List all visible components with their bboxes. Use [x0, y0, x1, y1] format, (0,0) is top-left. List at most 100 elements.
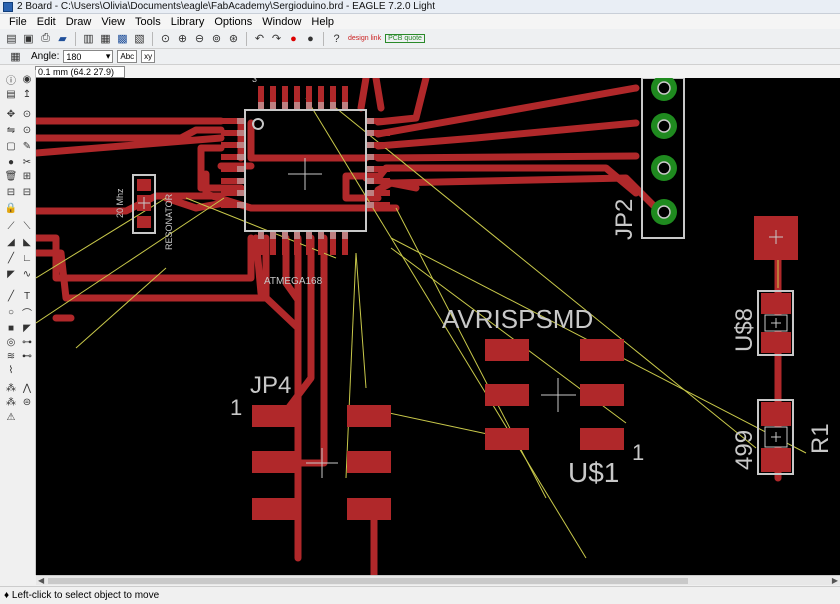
optimize-icon[interactable]: ⟍: [20, 220, 34, 232]
atmega-label: ATMEGA168: [264, 276, 323, 287]
text-icon[interactable]: ◤: [4, 268, 18, 280]
undo-icon[interactable]: ↶: [252, 31, 267, 46]
mirror-icon[interactable]: ⇋: [4, 124, 18, 136]
cut-icon[interactable]: ✂: [20, 156, 34, 168]
script-icon[interactable]: ▧: [132, 31, 147, 46]
menu-window[interactable]: Window: [257, 16, 306, 28]
menu-help[interactable]: Help: [306, 16, 339, 28]
hole-icon[interactable]: ≋: [4, 350, 18, 362]
route-icon[interactable]: ◢: [4, 236, 18, 248]
paste-icon[interactable]: ●: [4, 156, 18, 168]
drc-icon[interactable]: ⁂: [4, 396, 18, 408]
scroll-left-icon[interactable]: ◀: [38, 576, 44, 585]
status-bar: ♦ Left-click to select object to move: [0, 586, 840, 604]
show-icon[interactable]: ◉: [20, 73, 34, 85]
warning-icon[interactable]: ⚠: [4, 411, 18, 423]
scroll-right-icon[interactable]: ▶: [832, 576, 838, 585]
avrispsmd-header[interactable]: AVRISPSMD U$1 1: [442, 304, 644, 488]
menu-edit[interactable]: Edit: [32, 16, 61, 28]
stop-icon[interactable]: ●: [286, 31, 301, 46]
jp2-label: JP2: [611, 199, 638, 240]
grid-icon[interactable]: ▦: [8, 49, 23, 64]
design-link-logo[interactable]: design link: [346, 35, 383, 42]
atmega-pin-number: 3: [252, 78, 257, 84]
arc-icon[interactable]: T: [20, 290, 34, 302]
wire-icon[interactable]: ╱: [4, 252, 18, 264]
rotate-icon[interactable]: ⊙: [20, 124, 34, 136]
copy-icon[interactable]: ⊙: [20, 108, 34, 120]
display-icon[interactable]: ▤: [4, 88, 18, 100]
rect-icon[interactable]: ■: [4, 322, 18, 334]
board-icon[interactable]: ▥: [81, 31, 96, 46]
zoom-fit-icon[interactable]: ⊙: [158, 31, 173, 46]
resonator-freq-label: 20 Mhz: [115, 188, 125, 218]
redo-icon[interactable]: ↷: [269, 31, 284, 46]
info-icon[interactable]: ⓘ: [4, 73, 18, 87]
line-icon[interactable]: ╱: [4, 290, 18, 302]
menu-library[interactable]: Library: [166, 16, 210, 28]
ulp-icon[interactable]: ▩: [115, 31, 130, 46]
menu-draw[interactable]: Draw: [61, 16, 97, 28]
via-icon[interactable]: ◎: [4, 336, 18, 348]
ratsnest-icon[interactable]: ⁂: [4, 382, 18, 394]
r1-component[interactable]: 499 R1: [731, 399, 834, 475]
u8-pad-2: [761, 332, 791, 353]
jp4-label: JP4: [250, 372, 291, 399]
curve-icon[interactable]: ⌒: [20, 306, 34, 320]
lock-icon[interactable]: 🔒: [4, 202, 18, 214]
scroll-thumb[interactable]: [48, 578, 688, 584]
pcb-quote-logo[interactable]: PCB quote: [385, 34, 425, 43]
polygon-icon[interactable]: ◤: [20, 322, 34, 334]
open-icon[interactable]: ▤: [4, 31, 19, 46]
main-toolbar: ▤ ▣ ⎙ ▰ ▥ ▦ ▩ ▧ ⊙ ⊕ ⊖ ⊚ ⊛ ↶ ↷ ● ● ? desi…: [0, 29, 840, 49]
add-icon[interactable]: ⊞: [20, 170, 34, 182]
jp4-pin1-label: 1: [230, 395, 242, 420]
board-canvas[interactable]: ATMEGA168 3 20 Mhz RESONATOR JP2 JP4 1 A…: [36, 78, 840, 575]
save-icon[interactable]: ▣: [21, 31, 36, 46]
help-icon[interactable]: ?: [329, 31, 344, 46]
mirror-text-button[interactable]: Abc: [117, 50, 138, 63]
menu-file[interactable]: File: [4, 16, 32, 28]
circle-icon[interactable]: ○: [4, 306, 18, 318]
u1-label: U$1: [568, 457, 619, 488]
go-icon[interactable]: ●: [303, 31, 318, 46]
cam-icon[interactable]: ▰: [55, 31, 70, 46]
name-icon[interactable]: ⊟: [4, 186, 18, 198]
move-icon[interactable]: ✥: [4, 108, 18, 120]
jp4-connector[interactable]: JP4 1: [230, 372, 391, 520]
mark-icon[interactable]: ↥: [20, 88, 34, 100]
ripup-icon[interactable]: ◣: [20, 236, 34, 248]
zoom-in-icon[interactable]: ⊕: [175, 31, 190, 46]
signal-icon[interactable]: ⊶: [20, 336, 34, 348]
attribute-icon[interactable]: ⊷: [20, 350, 34, 362]
resonator-pad-3: [137, 216, 151, 228]
change-icon[interactable]: ✎: [20, 140, 34, 152]
horizontal-scrollbar[interactable]: ◀ ▶: [36, 575, 840, 585]
autorouter-icon[interactable]: ⋀: [20, 382, 34, 394]
print-icon[interactable]: ⎙: [38, 31, 53, 46]
atmega-chip[interactable]: ATMEGA168 3: [221, 78, 390, 287]
dimension-icon[interactable]: ⌇: [4, 364, 18, 376]
spin-button[interactable]: xy: [141, 50, 156, 63]
value-icon[interactable]: ⊟: [20, 186, 34, 198]
command-toolbar: ⓘ ◉ ▤ ↥ ✥ ⊙ ⇋ ⊙ ▢ ✎ ● ✂ 🗑 ⊞ ⊟ ⊟ 🔒 ⟋ ⟍ ◢ …: [0, 70, 36, 575]
group-icon[interactable]: ▢: [4, 140, 18, 152]
schematic-icon[interactable]: ▦: [98, 31, 113, 46]
menu-tools[interactable]: Tools: [130, 16, 166, 28]
miter-icon[interactable]: ∟: [20, 252, 34, 264]
delete-icon[interactable]: 🗑: [4, 170, 18, 182]
errors-icon[interactable]: ⊜: [20, 396, 34, 408]
resonator[interactable]: 20 Mhz RESONATOR: [115, 174, 174, 250]
avrisp-label: AVRISPSMD: [442, 304, 593, 334]
zoom-area-icon[interactable]: ⊛: [226, 31, 241, 46]
u8-component[interactable]: U$8: [731, 290, 794, 356]
split-icon[interactable]: ⟋: [4, 220, 18, 232]
window-title: 2 Board - C:\Users\Olivia\Documents\eagl…: [17, 1, 435, 12]
u8-pad-1: [761, 293, 791, 314]
angle-select[interactable]: 180 ▾: [63, 50, 114, 63]
zoom-redraw-icon[interactable]: ⊚: [209, 31, 224, 46]
menu-view[interactable]: View: [96, 16, 130, 28]
menu-options[interactable]: Options: [209, 16, 257, 28]
meander-icon[interactable]: ∿: [20, 268, 34, 280]
zoom-out-icon[interactable]: ⊖: [192, 31, 207, 46]
